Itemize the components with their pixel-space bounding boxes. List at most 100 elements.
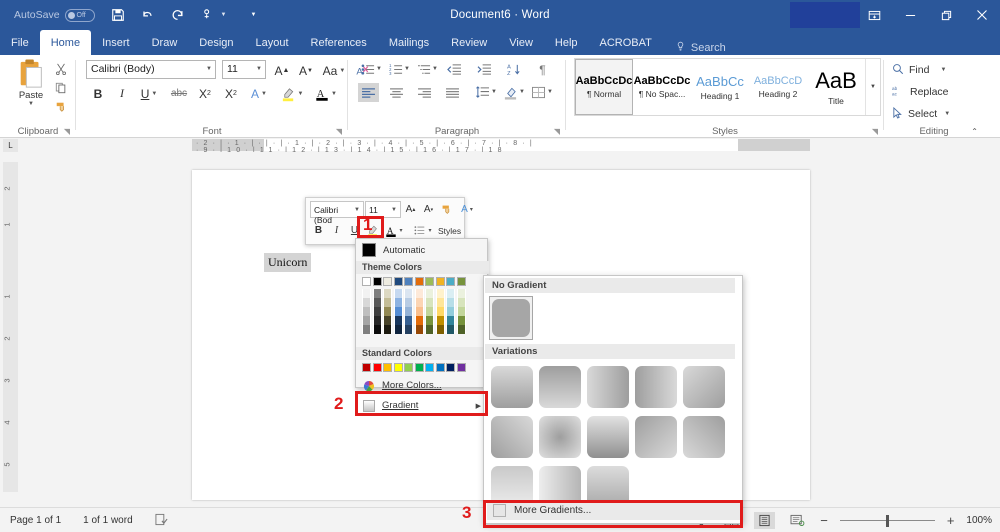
- standard-color-swatch[interactable]: [446, 363, 455, 372]
- styles-dialog-launcher[interactable]: ◥: [872, 127, 878, 136]
- standard-color-swatch[interactable]: [393, 363, 403, 372]
- select-caret-icon[interactable]: ▼: [944, 111, 950, 117]
- tab-view[interactable]: View: [498, 30, 544, 55]
- theme-color-shade-swatch[interactable]: [425, 307, 434, 316]
- zoom-thumb[interactable]: [885, 514, 889, 527]
- standard-color-swatch[interactable]: [404, 363, 413, 372]
- undo-icon[interactable]: [135, 2, 161, 28]
- zoom-level[interactable]: 100%: [966, 515, 992, 526]
- theme-color-shade-swatch[interactable]: [372, 298, 382, 307]
- theme-color-shade-swatch[interactable]: [456, 325, 466, 334]
- zoom-out-button[interactable]: −: [820, 513, 828, 528]
- theme-color-shade-swatch[interactable]: [362, 307, 371, 316]
- touch-mode-caret-icon[interactable]: ▼: [221, 12, 227, 18]
- paragraph-dialog-launcher[interactable]: ◥: [554, 127, 560, 136]
- theme-color-shade-swatch[interactable]: [435, 325, 445, 334]
- theme-color-shade-swatch[interactable]: [446, 325, 455, 334]
- theme-color-shade-swatch[interactable]: [362, 298, 371, 307]
- touch-mode-icon[interactable]: [195, 2, 221, 28]
- save-icon[interactable]: [105, 2, 131, 28]
- align-left-icon[interactable]: [358, 83, 379, 102]
- text-highlight-color-icon[interactable]: ▼: [278, 83, 306, 104]
- ribbon-display-options-icon[interactable]: [856, 0, 892, 30]
- subscript-icon[interactable]: X2: [194, 83, 216, 104]
- tab-layout[interactable]: Layout: [245, 30, 300, 55]
- theme-color-shade-swatch[interactable]: [446, 316, 455, 325]
- theme-color-shade-swatch[interactable]: [393, 298, 403, 307]
- gradient-variation-swatch[interactable]: [537, 414, 585, 460]
- strikethrough-icon[interactable]: abc: [168, 83, 190, 104]
- theme-color-swatch[interactable]: [425, 277, 434, 286]
- theme-color-shade-swatch[interactable]: [372, 289, 382, 298]
- tab-review[interactable]: Review: [440, 30, 498, 55]
- theme-color-swatch[interactable]: [404, 277, 413, 286]
- borders-icon[interactable]: [528, 83, 549, 102]
- theme-color-shade-swatch[interactable]: [446, 298, 455, 307]
- search-box[interactable]: Search: [663, 41, 726, 55]
- theme-color-shade-swatch[interactable]: [393, 325, 403, 334]
- collapse-ribbon-icon[interactable]: ⌃: [971, 127, 978, 136]
- theme-color-shade-swatch[interactable]: [362, 316, 371, 325]
- theme-color-swatch[interactable]: [456, 277, 466, 286]
- mini-text-effects-icon[interactable]: A ▾: [456, 201, 478, 218]
- align-right-icon[interactable]: [414, 83, 435, 102]
- mini-format-painter-icon[interactable]: [438, 201, 455, 218]
- style-heading-2[interactable]: AaBbCcD Heading 2: [749, 59, 807, 115]
- theme-color-shade-swatch[interactable]: [404, 307, 413, 316]
- underline-icon[interactable]: U ▼: [136, 83, 162, 104]
- mini-decrease-font-size-icon[interactable]: A ▾: [420, 201, 437, 218]
- theme-color-shade-swatch[interactable]: [435, 289, 445, 298]
- theme-color-shade-swatch[interactable]: [404, 289, 413, 298]
- standard-color-swatch[interactable]: [383, 363, 392, 372]
- autosave-switch[interactable]: Off: [64, 8, 95, 22]
- theme-color-swatch[interactable]: [383, 277, 392, 286]
- find-button[interactable]: Find ▼: [892, 61, 946, 79]
- mini-styles-label[interactable]: Styles: [438, 226, 461, 236]
- minimize-icon[interactable]: [892, 0, 928, 30]
- theme-color-shade-swatch[interactable]: [372, 325, 382, 334]
- change-case-icon[interactable]: Aa ▼: [320, 60, 348, 81]
- horizontal-ruler[interactable]: [192, 139, 810, 151]
- theme-color-shade-swatch[interactable]: [383, 289, 392, 298]
- chevron-down-icon[interactable]: ▼: [391, 207, 397, 213]
- theme-color-swatch[interactable]: [435, 277, 445, 286]
- page-indicator[interactable]: Page 1 of 1: [10, 515, 61, 526]
- theme-color-shade-swatch[interactable]: [404, 316, 413, 325]
- style-title[interactable]: AaB Title: [807, 59, 865, 115]
- tab-selector[interactable]: L: [3, 139, 18, 152]
- shading-caret-icon[interactable]: ▼: [519, 89, 525, 95]
- gradient-variation-swatch[interactable]: [681, 414, 729, 460]
- line-spacing-icon[interactable]: [472, 83, 493, 102]
- theme-color-shade-swatch[interactable]: [425, 325, 434, 334]
- gradient-variation-swatch[interactable]: [537, 364, 585, 410]
- theme-color-shade-swatch[interactable]: [435, 307, 445, 316]
- line-spacing-caret-icon[interactable]: ▼: [491, 89, 497, 95]
- automatic-color-item[interactable]: Automatic: [356, 241, 489, 259]
- theme-color-shade-swatch[interactable]: [414, 298, 424, 307]
- font-size-combo[interactable]: 11 ▼: [222, 60, 266, 79]
- theme-color-shade-swatch[interactable]: [372, 307, 382, 316]
- no-gradient-swatch[interactable]: [489, 296, 533, 340]
- paste-caret-icon[interactable]: ▼: [8, 101, 54, 107]
- italic-icon[interactable]: I: [112, 83, 132, 104]
- increase-font-size-icon[interactable]: A ▲: [272, 60, 292, 81]
- web-layout-icon[interactable]: [787, 512, 808, 529]
- format-painter-icon[interactable]: [50, 97, 72, 116]
- decrease-font-size-icon[interactable]: A ▼: [296, 60, 316, 81]
- find-caret-icon[interactable]: ▼: [940, 67, 946, 73]
- style-normal[interactable]: AaBbCcDc ¶ Normal: [575, 59, 633, 115]
- select-button[interactable]: Select ▼: [892, 105, 950, 123]
- theme-color-shade-swatch[interactable]: [456, 316, 466, 325]
- font-dialog-launcher[interactable]: ◥: [336, 127, 342, 136]
- tab-home[interactable]: Home: [39, 30, 92, 55]
- tab-file[interactable]: File: [0, 30, 40, 55]
- style-heading-1[interactable]: AaBbCc Heading 1: [691, 59, 749, 115]
- theme-color-shade-swatch[interactable]: [383, 325, 392, 334]
- theme-color-shade-swatch[interactable]: [383, 298, 392, 307]
- mini-bullets-icon[interactable]: ▾: [412, 222, 434, 239]
- multilevel-caret-icon[interactable]: ▼: [432, 66, 438, 72]
- theme-color-shade-swatch[interactable]: [393, 289, 403, 298]
- close-icon[interactable]: [964, 0, 1000, 30]
- chevron-down-icon[interactable]: ▼: [206, 66, 212, 72]
- gradient-variation-swatch[interactable]: [489, 414, 537, 460]
